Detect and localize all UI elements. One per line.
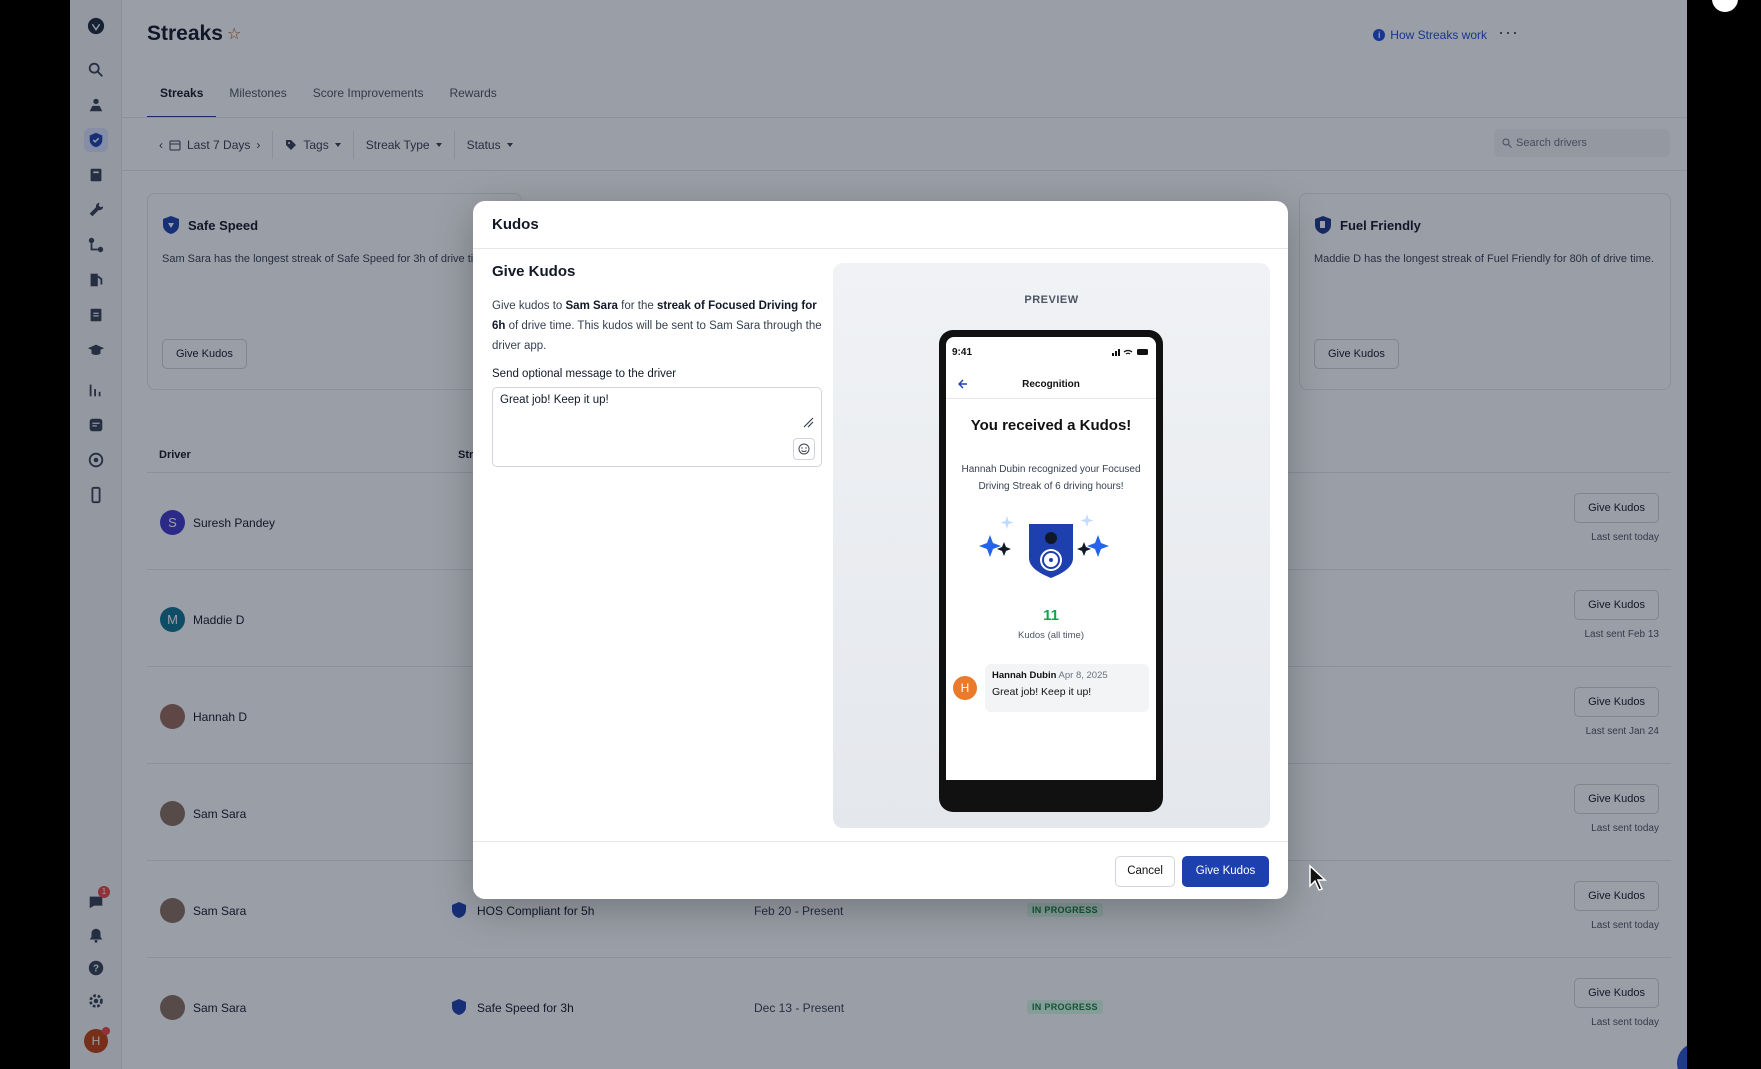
emoji-icon bbox=[798, 443, 810, 455]
desc-text: Give kudos to bbox=[492, 300, 566, 312]
modal-footer: Cancel Give Kudos bbox=[473, 841, 1288, 899]
phone-mockup: 9:41 Recognition You received a Kudos! H… bbox=[939, 330, 1163, 812]
desc-driver-name: Sam Sara bbox=[565, 300, 618, 312]
message-textarea[interactable]: Great job! Keep it up! bbox=[492, 387, 822, 467]
kudos-modal: Kudos Give Kudos Give kudos to Sam Sara … bbox=[473, 201, 1288, 899]
kudos-description: Give kudos to Sam Sara for the streak of… bbox=[492, 296, 822, 356]
emoji-button[interactable] bbox=[793, 438, 815, 460]
kudos-form: Give Kudos Give kudos to Sam Sara for th… bbox=[492, 263, 822, 467]
message-text: Great job! Keep it up! bbox=[500, 394, 609, 406]
resize-handle-icon[interactable] bbox=[802, 416, 814, 428]
message-label: Send optional message to the driver bbox=[492, 368, 677, 380]
kudos-subtext: Hannah Dubin recognized your Focused Dri… bbox=[961, 464, 1141, 492]
preview-label: PREVIEW bbox=[1024, 294, 1079, 306]
app-screen: 1 ? H Streaks ☆ i How Streaks work ··· S… bbox=[70, 0, 1687, 1069]
form-heading: Give Kudos bbox=[492, 263, 576, 280]
preview-panel: PREVIEW 9:41 Recognition You received a … bbox=[833, 263, 1270, 828]
phone-nav-bar: Recognition bbox=[946, 369, 1156, 399]
phone-time: 9:41 bbox=[952, 347, 973, 358]
message-meta: Hannah Dubin Apr 8, 2025 bbox=[992, 670, 1142, 681]
phone-screen: 9:41 Recognition You received a Kudos! H… bbox=[946, 337, 1156, 780]
desc-text: of drive time. This kudos will be sent t… bbox=[492, 320, 822, 352]
message-date: Apr 8, 2025 bbox=[1058, 670, 1108, 681]
modal-title: Kudos bbox=[473, 201, 1288, 249]
kudos-count-label: Kudos (all time) bbox=[1018, 630, 1084, 641]
phone-nav-title: Recognition bbox=[1022, 379, 1080, 390]
message-author: Hannah Dubin bbox=[992, 670, 1057, 681]
desc-text: for the bbox=[617, 300, 657, 312]
avatar: H bbox=[953, 676, 977, 700]
mouse-cursor-icon bbox=[1309, 864, 1327, 891]
kudos-message: H Hannah Dubin Apr 8, 2025 Great job! Ke… bbox=[953, 664, 1149, 714]
message-bubble: Hannah Dubin Apr 8, 2025 Great job! Keep… bbox=[985, 664, 1149, 712]
message-body: Great job! Keep it up! bbox=[992, 686, 1092, 698]
kudos-headline: You received a Kudos! bbox=[970, 417, 1132, 434]
give-kudos-submit-button[interactable]: Give Kudos bbox=[1182, 856, 1269, 887]
kudos-badge-icon bbox=[979, 514, 1109, 578]
phone-status-icons bbox=[1112, 349, 1148, 356]
cancel-button[interactable]: Cancel bbox=[1115, 856, 1175, 887]
screen-corner-dot bbox=[1712, 0, 1738, 12]
kudos-count: 11 bbox=[1043, 607, 1059, 624]
